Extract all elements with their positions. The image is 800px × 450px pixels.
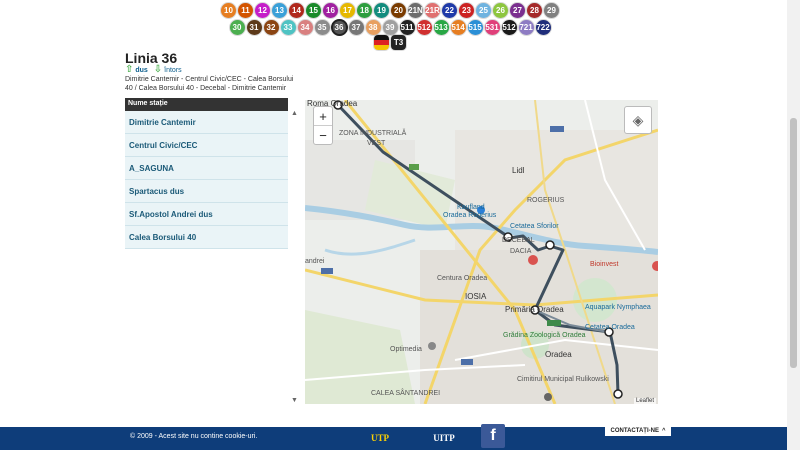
arrow-up-icon: ⇧	[125, 64, 134, 75]
line-chip-513[interactable]: 513	[433, 20, 449, 35]
line-chip-33[interactable]: 33	[280, 20, 296, 35]
line-selector-row-3: T3	[0, 35, 780, 50]
line-chip-26[interactable]: 26	[493, 3, 508, 18]
map-label: Oradea	[545, 350, 572, 359]
line-chip-515[interactable]: 515	[467, 20, 483, 35]
line-chip-21N[interactable]: 21N	[408, 3, 423, 18]
map-attribution[interactable]: Leaflet	[633, 398, 656, 404]
map-label: DACIA	[510, 248, 532, 255]
map-label: andrei	[305, 258, 325, 265]
station-item[interactable]: A_SAGUNA	[125, 157, 288, 180]
zoom-in-button[interactable]: +	[314, 107, 332, 125]
zoom-out-button[interactable]: −	[314, 125, 332, 144]
zoom-control: + −	[313, 106, 333, 145]
map-label: Centura Oradea	[437, 275, 488, 282]
station-item[interactable]: Sf.Apostol Andrei dus	[125, 203, 288, 226]
line-selector-row-2: 30 31 32 33 34 35 36 37 38 39 511 512 513 514 515 531 51…	[0, 19, 780, 36]
map-label: ZONA INDUSTRIALĂ	[339, 130, 407, 137]
line-chip-34[interactable]: 34	[297, 20, 313, 35]
line-chip-35[interactable]: 35	[314, 20, 330, 35]
map-label: Aquapark Nymphaea	[585, 304, 651, 311]
flag-icon[interactable]	[374, 35, 389, 50]
footer-copyright: © 2009 - Acest site nu contine cookie-ur…	[130, 433, 258, 440]
line-chip-21R[interactable]: 21R	[425, 3, 440, 18]
line-chip-531[interactable]: 531	[484, 20, 500, 35]
line-chip-38[interactable]: 38	[365, 20, 381, 35]
line-chip-28[interactable]: 28	[527, 3, 542, 18]
panel-scrollbar[interactable]: ▲ ▼	[290, 110, 300, 404]
line-chip-31[interactable]: 31	[246, 20, 262, 35]
direction-intors-link[interactable]: ⇩ întors	[154, 64, 182, 75]
route-map[interactable]: Roma Oradea ZONA INDUSTRIALĂ VEST Lidl ROGER…	[305, 100, 658, 404]
line-chip-27[interactable]: 27	[510, 3, 525, 18]
map-label: Cimitirul Municipal Rulikowski	[517, 376, 609, 383]
uitp-logo[interactable]: UITP	[427, 428, 461, 448]
line-chip-722[interactable]: 722	[535, 20, 551, 35]
station-item[interactable]: Calea Borsului 40	[125, 226, 288, 249]
map-label: IOSIA	[465, 292, 487, 301]
contact-button[interactable]: CONTACTAȚI-NE ^	[605, 426, 671, 436]
line-chip-511[interactable]: 511	[399, 20, 415, 35]
line-chip-37[interactable]: 37	[348, 20, 364, 35]
station-list-header: Nume stație	[125, 98, 288, 111]
station-item[interactable]: Centrul Civic/CEC	[125, 134, 288, 157]
contact-label: CONTACTAȚI-NE	[610, 428, 659, 434]
line-chip-19[interactable]: 19	[374, 3, 389, 18]
line-chip-36[interactable]: 36	[330, 19, 348, 36]
line-chip-17[interactable]: 17	[340, 3, 355, 18]
line-chip-t3[interactable]: T3	[391, 35, 406, 50]
map-canvas	[305, 100, 658, 404]
station-item[interactable]: Spartacus dus	[125, 180, 288, 203]
arrow-down-icon: ⇩	[153, 64, 163, 75]
direction-dus-link[interactable]: ⇧ dus	[125, 64, 148, 75]
map-label: Cetatea Sforilor	[510, 223, 559, 230]
line-chip-23[interactable]: 23	[459, 3, 474, 18]
scroll-down-icon[interactable]: ▼	[291, 397, 298, 404]
utp-logo[interactable]: UTP	[365, 428, 395, 448]
line-chip-32[interactable]: 32	[263, 20, 279, 35]
line-chip-22[interactable]: 22	[442, 3, 457, 18]
facebook-icon[interactable]: f	[481, 424, 505, 448]
line-chip-11[interactable]: 11	[238, 3, 253, 18]
line-chip-20[interactable]: 20	[391, 3, 406, 18]
map-label: DECEBAL	[502, 237, 535, 244]
line-chip-721[interactable]: 721	[518, 20, 534, 35]
map-label: Cetatea Oradea	[585, 324, 635, 331]
direction-links: ⇧ dus ⇩ întors	[125, 64, 182, 75]
line-chip-29[interactable]: 29	[544, 3, 559, 18]
line-selector-row-1: 10 11 12 13 14 15 16 17 18 19 20 21N 21R 22 23 25 26 27 28…	[0, 3, 780, 18]
map-label: Bioinvest	[590, 261, 619, 268]
map-label: ROGERIUS	[527, 197, 565, 204]
line-chip-14[interactable]: 14	[289, 3, 304, 18]
line-chip-12[interactable]: 12	[255, 3, 270, 18]
chevron-up-icon: ^	[661, 428, 666, 434]
line-chip-512[interactable]: 512	[416, 20, 432, 35]
line-chip-10[interactable]: 10	[221, 3, 236, 18]
line-chip-15[interactable]: 15	[306, 3, 321, 18]
line-chip-39[interactable]: 39	[382, 20, 398, 35]
layers-icon: ◈	[632, 111, 644, 128]
map-label: VEST	[367, 140, 386, 147]
line-chip-18[interactable]: 18	[357, 3, 372, 18]
layers-button[interactable]: ◈	[624, 106, 652, 134]
scroll-up-icon[interactable]: ▲	[291, 110, 298, 117]
page-scrollbar[interactable]	[787, 0, 800, 450]
map-label: Lidl	[512, 166, 525, 175]
route-description: Dimitrie Cantemir - Centrul Civic/CEC - …	[125, 76, 294, 92]
line-chip-13[interactable]: 13	[272, 3, 287, 18]
map-label: Grădina Zoologică Oradea	[503, 332, 586, 339]
station-item[interactable]: Dimitrie Cantemir	[125, 111, 288, 134]
line-chip-30[interactable]: 30	[229, 20, 245, 35]
line-chip-16[interactable]: 16	[323, 3, 338, 18]
map-label: Optimedia	[390, 346, 422, 353]
map-label: Kaufland	[457, 204, 485, 211]
line-chip-514[interactable]: 514	[450, 20, 466, 35]
map-label: Oradea Rogerius	[443, 212, 497, 219]
map-label: CALEA SÂNTANDREI	[371, 390, 441, 397]
page-scrollbar-thumb[interactable]	[790, 118, 797, 368]
line-chip-512[interactable]: 512	[501, 20, 517, 35]
station-list: Nume stație Dimitrie Cantemir Centrul Ci…	[125, 98, 288, 249]
map-label: Primăria Oradea	[505, 305, 564, 314]
line-chip-25[interactable]: 25	[476, 3, 491, 18]
